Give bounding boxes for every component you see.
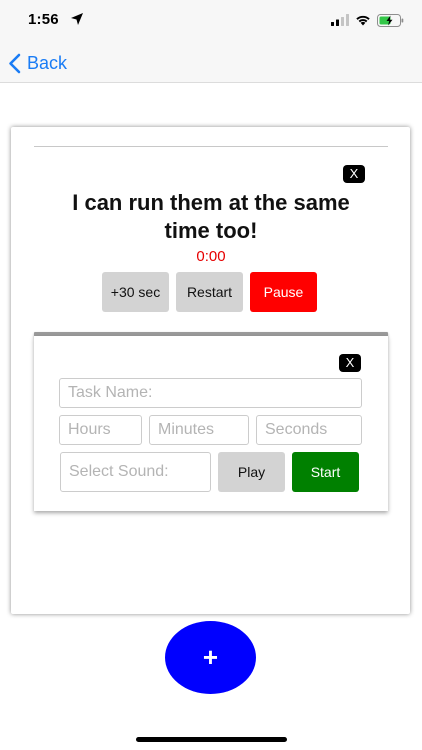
minutes-input[interactable]: Minutes bbox=[149, 415, 249, 445]
seconds-input[interactable]: Seconds bbox=[256, 415, 362, 445]
nav-bar: Back bbox=[0, 44, 422, 83]
timer-clock: 0:00 bbox=[196, 248, 226, 265]
signal-icon bbox=[331, 14, 349, 26]
status-time: 1:56 bbox=[28, 11, 59, 28]
back-button[interactable]: Back bbox=[8, 50, 67, 76]
home-indicator bbox=[136, 737, 287, 742]
add-timer-button[interactable]: + bbox=[165, 621, 256, 694]
plus-icon: + bbox=[202, 642, 219, 672]
close-timer-button[interactable]: X bbox=[343, 165, 365, 183]
location-arrow-icon bbox=[71, 13, 83, 25]
restart-button[interactable]: Restart bbox=[176, 272, 243, 312]
timers-card: X I can run them at the same time too! 0… bbox=[11, 127, 410, 614]
wifi-icon bbox=[356, 15, 370, 26]
back-label: Back bbox=[27, 52, 68, 73]
status-bar: 1:56 bbox=[0, 0, 422, 44]
chevron-left-icon bbox=[9, 53, 21, 73]
running-timer-panel: X I can run them at the same time too! 0… bbox=[34, 146, 388, 338]
pause-button[interactable]: Pause bbox=[250, 272, 317, 312]
close-form-button[interactable]: X bbox=[339, 354, 361, 372]
sound-select[interactable]: Select Sound: bbox=[60, 452, 211, 492]
add-30-sec-button[interactable]: +30 sec bbox=[102, 272, 169, 312]
task-name-input[interactable]: Task Name: bbox=[59, 378, 362, 408]
status-icons bbox=[331, 13, 404, 27]
timer-controls: +30 sec Restart Pause bbox=[102, 272, 317, 312]
new-timer-form: X Task Name: Hours Minutes Seconds Selec… bbox=[34, 336, 388, 511]
start-timer-button[interactable]: Start bbox=[292, 452, 359, 492]
play-sound-button[interactable]: Play bbox=[218, 452, 285, 492]
timer-title: I can run them at the same time too! bbox=[72, 190, 350, 243]
battery-charging-icon bbox=[377, 13, 404, 27]
hours-input[interactable]: Hours bbox=[59, 415, 142, 445]
